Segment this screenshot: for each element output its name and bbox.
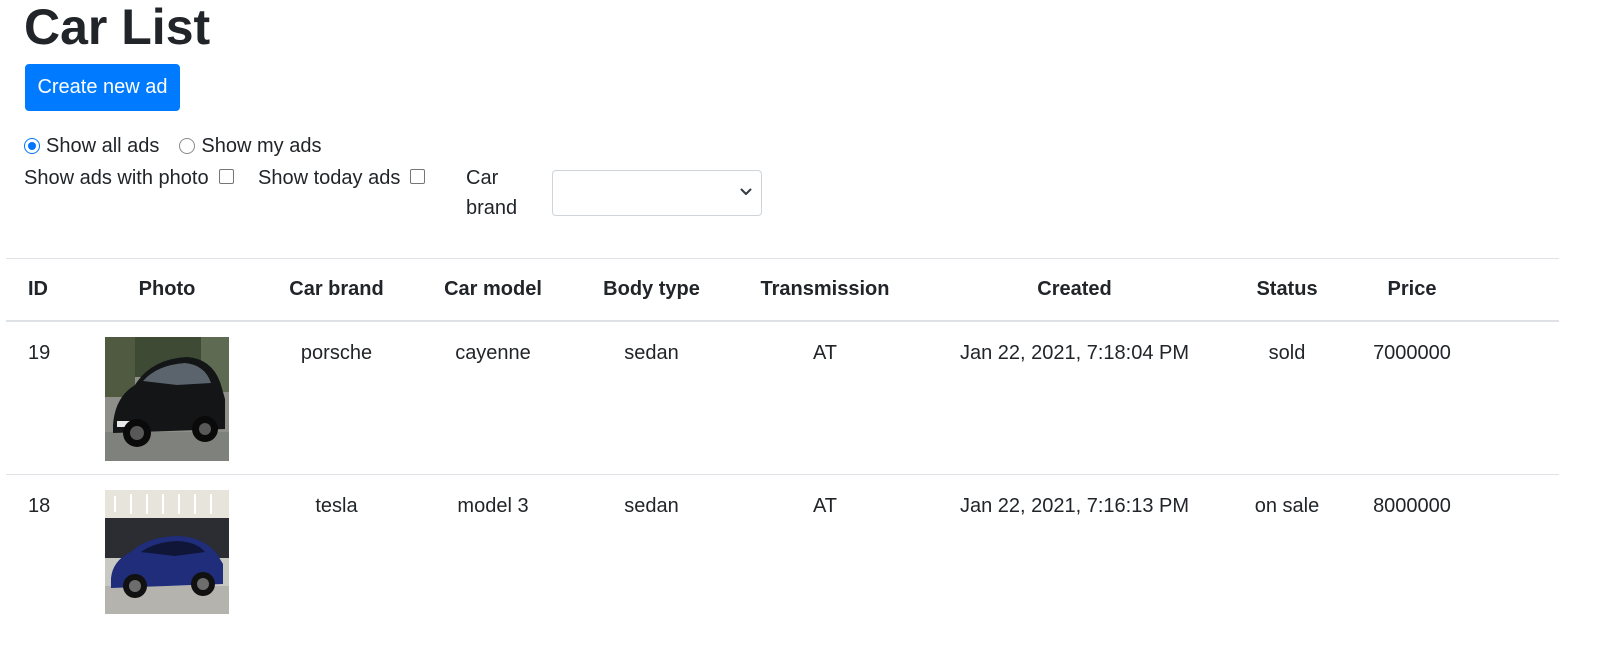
header-status: Status — [1256, 278, 1318, 300]
cell-status: on sale — [1254, 494, 1320, 517]
car-photo-porsche[interactable] — [105, 337, 229, 461]
page-title: Car List — [24, 0, 211, 55]
today-checkbox[interactable] — [410, 168, 426, 184]
today-label: Show today ads — [258, 167, 401, 189]
with-photo-checkbox[interactable] — [218, 168, 234, 184]
table-row[interactable]: 19 porsche cayenne sedan AT Jan 22, 2021… — [6, 321, 1559, 474]
cell-created: Jan 22, 2021, 7:16:13 PM — [959, 494, 1190, 517]
cell-transmission: AT — [812, 342, 838, 364]
header-body-type: Body type — [603, 278, 700, 300]
show-my-ads-label[interactable]: Show my ads — [201, 135, 321, 158]
cell-id: 18 — [28, 494, 51, 517]
with-photo-label: Show ads with photo — [24, 167, 209, 189]
header-id: ID — [28, 278, 48, 300]
cell-body-type: sedan — [624, 494, 679, 517]
show-my-ads-radio[interactable] — [179, 138, 196, 154]
header-created: Created — [1037, 278, 1112, 300]
cell-photo — [86, 474, 248, 627]
cell-photo — [86, 321, 248, 474]
show-all-ads-label[interactable]: Show all ads — [46, 135, 159, 158]
car-brand-select[interactable] — [552, 170, 762, 216]
header-photo: Photo — [138, 278, 196, 300]
table-header-row: ID Photo Car brand Car model Body type T… — [6, 258, 1559, 322]
today-filter: Show today ads — [258, 163, 426, 193]
cell-body-type: sedan — [624, 342, 679, 364]
cell-car-brand: tesla — [315, 494, 358, 517]
with-photo-filter: Show ads with photo — [24, 163, 234, 193]
create-new-ad-button[interactable]: Create new ad — [25, 64, 180, 111]
show-all-ads-radio[interactable] — [24, 138, 40, 154]
table-row[interactable]: 18 tesla model 3 sedan AT Jan 22, 2021, … — [6, 474, 1559, 627]
cell-car-model: model 3 — [457, 494, 529, 517]
cell-spacer — [1491, 321, 1559, 474]
cell-price: 8000000 — [1373, 494, 1451, 517]
chevron-down-icon — [740, 188, 752, 195]
cell-car-brand: porsche — [300, 342, 373, 364]
header-transmission: Transmission — [760, 278, 890, 300]
car-list-table: ID Photo Car brand Car model Body type T… — [6, 258, 1559, 627]
cell-transmission: AT — [812, 494, 838, 517]
ads-scope-radio-group: Show all ads Show my ads — [24, 134, 341, 158]
header-car-brand: Car brand — [289, 278, 384, 300]
header-spacer — [1491, 259, 1559, 322]
car-list-page: Car List Create new ad Show all ads Show… — [0, 0, 1598, 645]
header-car-model: Car model — [444, 278, 542, 300]
car-photo-tesla[interactable] — [105, 489, 229, 614]
cell-id: 19 — [28, 342, 51, 364]
cell-car-model: cayenne — [455, 342, 531, 364]
cell-price: 7000000 — [1373, 342, 1451, 364]
cell-created: Jan 22, 2021, 7:18:04 PM — [959, 342, 1190, 364]
car-brand-label: Car brand — [466, 167, 518, 219]
cell-spacer — [1491, 474, 1559, 627]
cell-status: sold — [1268, 342, 1306, 364]
header-price: Price — [1387, 278, 1437, 300]
